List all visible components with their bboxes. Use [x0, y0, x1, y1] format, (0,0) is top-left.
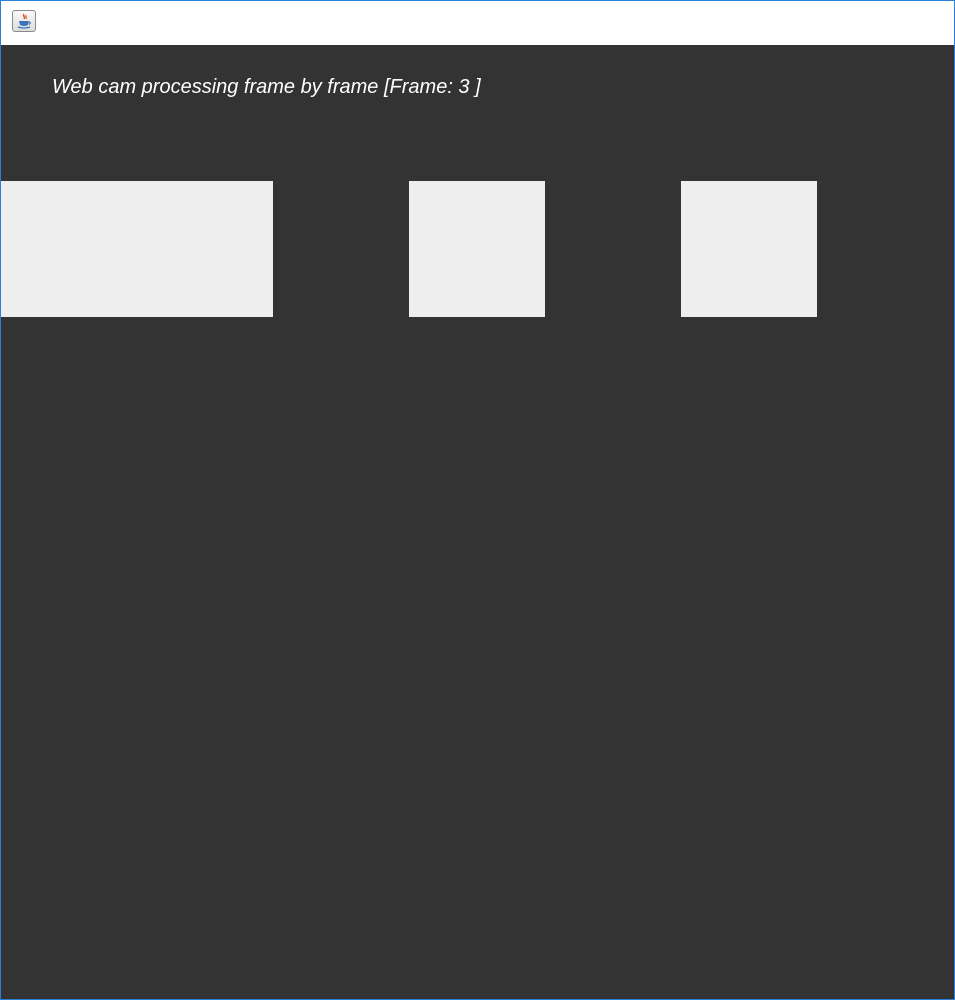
frame-panel-2: [409, 181, 545, 317]
window-menu-button[interactable]: [12, 10, 36, 32]
frame-panel-3: [681, 181, 817, 317]
title-bar: [1, 1, 954, 45]
frame-heading: Web cam processing frame by frame [Frame…: [52, 76, 481, 98]
processing-canvas: Web cam processing frame by frame [Frame…: [1, 45, 954, 999]
app-window: Web cam processing frame by frame [Frame…: [0, 0, 955, 1000]
frame-panel-1: [1, 181, 273, 317]
